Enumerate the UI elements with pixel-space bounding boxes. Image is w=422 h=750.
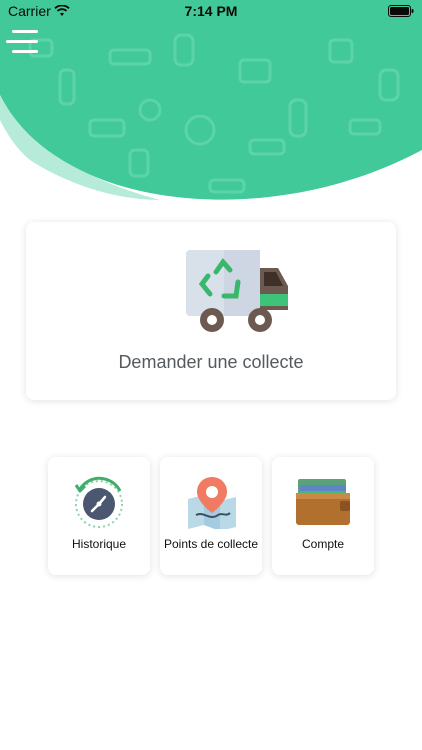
wallet-icon: [296, 479, 350, 525]
account-label: Compte: [301, 537, 345, 551]
history-card[interactable]: Historique: [48, 457, 150, 575]
history-clock-icon: [74, 476, 123, 528]
menu-button[interactable]: [6, 30, 38, 56]
hamburger-menu-icon: [12, 30, 38, 33]
recycling-truck-icon: [186, 250, 288, 332]
history-label: Historique: [71, 537, 127, 551]
request-collection-label: Demander une collecte: [118, 352, 304, 372]
header-wave-background: [0, 0, 422, 200]
battery-icon: [388, 4, 414, 20]
account-card[interactable]: Compte: [272, 457, 374, 575]
clock-label: 7:14 PM: [184, 3, 238, 19]
request-collection-card[interactable]: Demander une collecte: [26, 222, 396, 400]
header-banner: [0, 0, 422, 210]
collection-points-label: Points de collecte: [163, 537, 259, 551]
status-bar: Carrier 7:14 PM: [0, 0, 422, 22]
map-location-icon: [188, 477, 236, 529]
collection-points-card[interactable]: Points de collecte: [160, 457, 262, 575]
